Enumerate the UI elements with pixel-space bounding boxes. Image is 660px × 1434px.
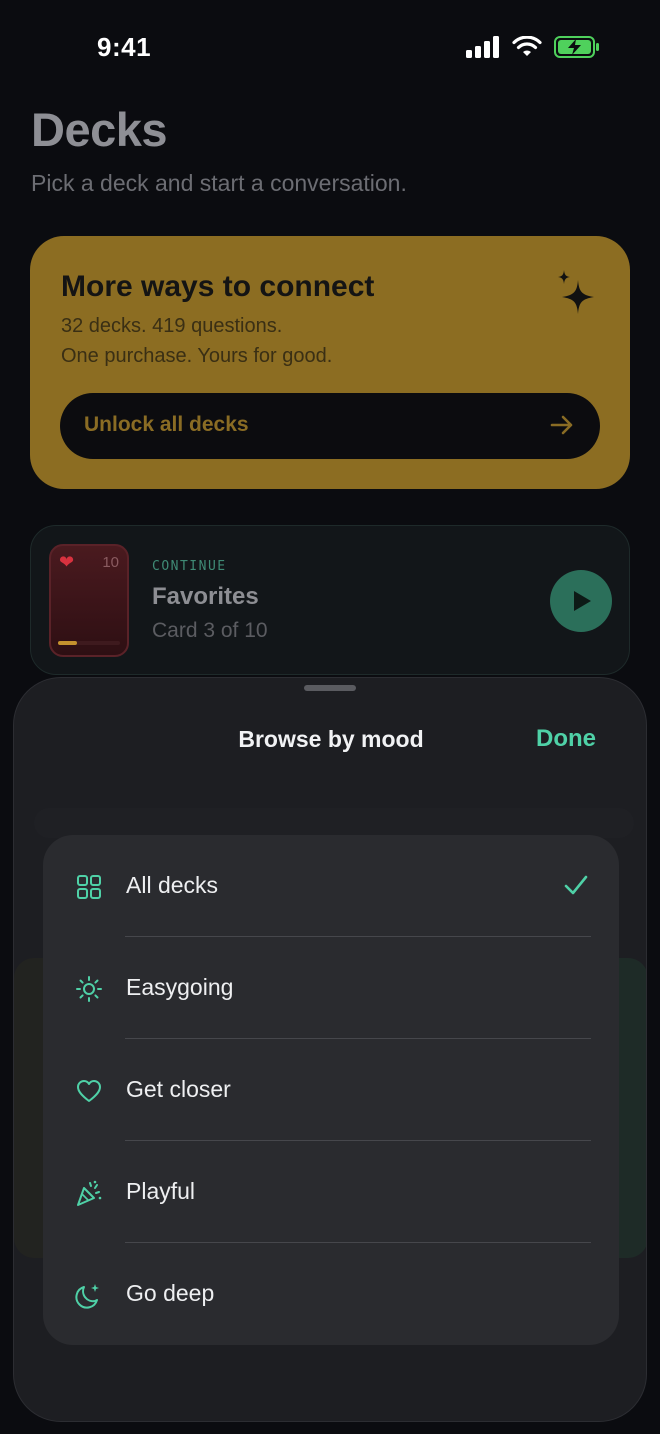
mood-label: All decks [126,872,219,898]
grid-icon [77,875,101,899]
play-button[interactable] [550,570,612,632]
arrow-right-icon [550,415,573,435]
mood-list: All decks Easygoing Get closer Playful G… [43,835,619,1345]
deck-thumbnail: ❤ 10 [49,544,129,657]
sun-icon [76,976,102,1002]
promo-line-2: One purchase. Yours for good. [61,345,333,367]
promo-title: More ways to connect [61,270,375,303]
sheet-grabber[interactable] [304,685,356,691]
moon-stars-icon [75,1284,99,1309]
done-button[interactable]: Done [536,725,596,753]
checkmark-icon [564,875,588,895]
continue-deck-name: Favorites [152,583,259,610]
mood-sheet: Browse by mood Done All decks Easygoing … [13,677,647,1422]
promo-card: More ways to connect 32 decks. 419 quest… [30,236,630,489]
mood-label: Easygoing [126,974,234,1000]
mood-label: Go deep [126,1280,215,1306]
continue-eyebrow: CONTINUE [152,559,227,574]
deck-card-count: 10 [102,554,119,571]
continue-progress-text: Card 3 of 10 [152,619,268,642]
page-subtitle: Pick a deck and start a conversation. [31,170,407,196]
party-popper-icon [77,1180,102,1206]
heart-icon [77,1080,101,1102]
mood-item-all-decks[interactable]: All decks [43,835,619,937]
status-time: 9:41 [97,32,152,62]
play-icon [574,591,591,611]
sparkle-icon [558,270,594,314]
deck-progress-fill [58,641,77,645]
unlock-button-label: Unlock all decks [84,413,249,436]
mood-label: Playful [126,1178,196,1204]
mood-item-go-deep[interactable]: Go deep [43,1243,619,1345]
signal-icon [466,36,499,58]
continue-deck-card[interactable]: ❤ 10 CONTINUE Favorites Card 3 of 10 [30,525,630,675]
promo-line-1: 32 decks. 419 questions. [61,315,283,337]
page-title: Decks [31,103,168,156]
status-icons [466,36,600,58]
mood-item-playful[interactable]: Playful [43,1141,619,1243]
wifi-icon [512,36,542,56]
heart-icon: ❤ [59,552,75,572]
deck-progress-bar [58,641,120,645]
unlock-all-decks-button[interactable]: Unlock all decks [60,393,600,459]
status-bar: 9:41 [0,0,660,96]
battery-charging-icon [554,36,599,58]
mood-item-get-closer[interactable]: Get closer [43,1039,619,1141]
blurred-section-header [34,808,634,838]
mood-item-easygoing[interactable]: Easygoing [43,937,619,1039]
mood-label: Get closer [126,1076,231,1102]
